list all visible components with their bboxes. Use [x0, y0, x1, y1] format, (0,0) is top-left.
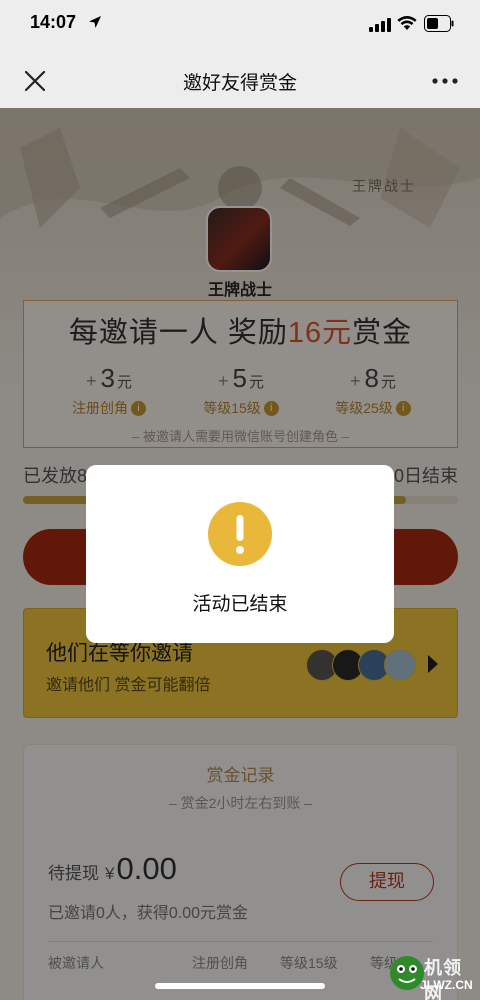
battery-icon	[424, 15, 454, 32]
alert-icon	[208, 502, 272, 566]
page-title: 邀好友得赏金	[182, 73, 297, 94]
dialog-message: 活动已结束	[192, 594, 288, 615]
location-arrow-icon	[89, 16, 101, 28]
home-indicator[interactable]	[155, 983, 325, 989]
nav-bar: 邀好友得赏金	[0, 50, 480, 108]
signal-icon	[369, 18, 391, 32]
wifi-icon	[397, 16, 417, 30]
watermark: 机领网 JLWZ.CN	[388, 950, 480, 1000]
activity-ended-dialog: 活动已结束	[86, 465, 394, 643]
status-bar: 14:07	[0, 0, 480, 50]
watermark-name: 机领网	[424, 958, 462, 1000]
more-icon[interactable]	[432, 78, 458, 84]
watermark-url: JLWZ.CN	[420, 978, 473, 992]
status-time: 14:07	[30, 12, 77, 32]
